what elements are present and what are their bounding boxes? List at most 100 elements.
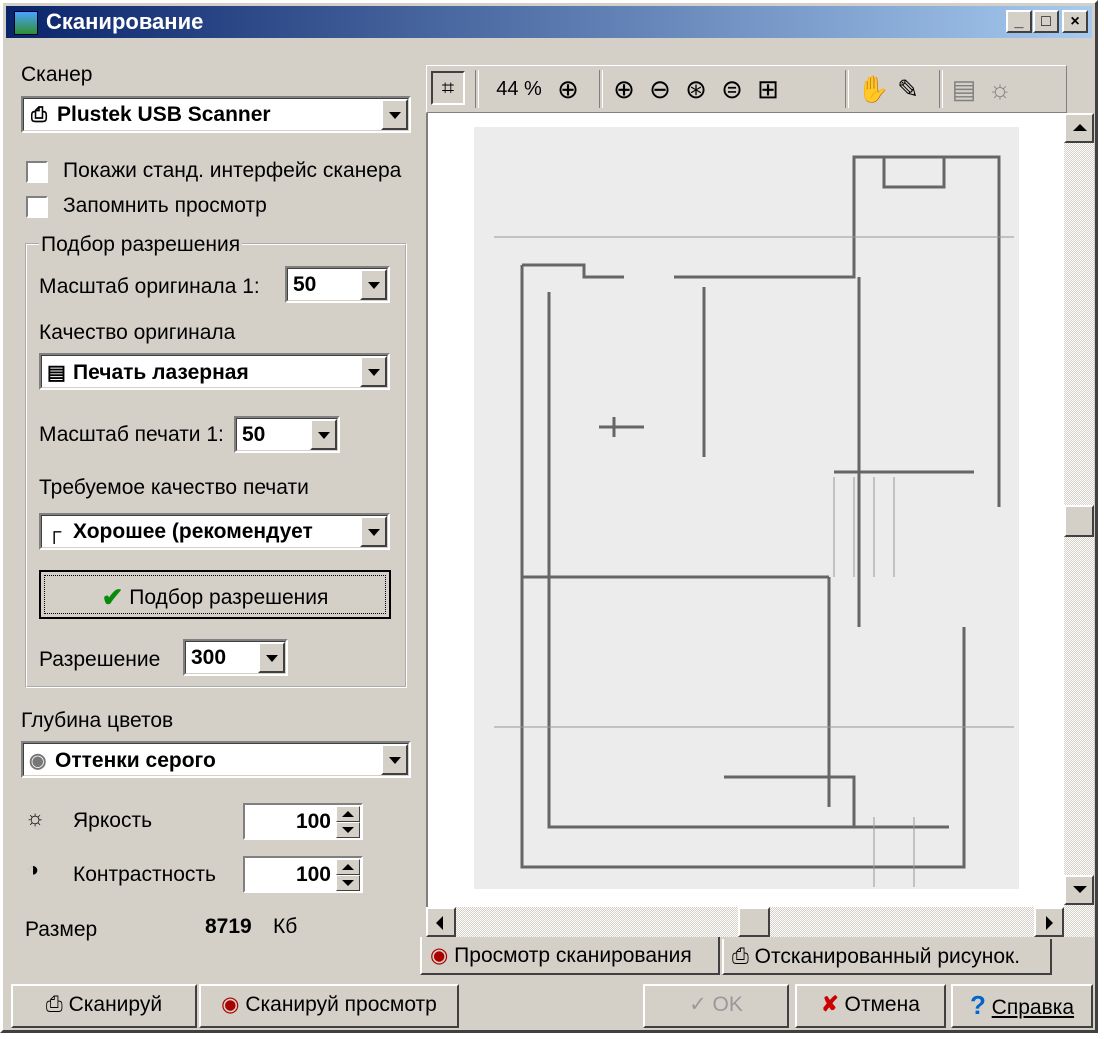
vertical-scroll-thumb[interactable] xyxy=(1064,505,1094,537)
ok-button-label: OK xyxy=(712,993,743,1016)
close-button[interactable]: × xyxy=(1062,10,1088,33)
scan-dialog: Сканирование _ □ × Сканер ⎙ Plustek USB S… xyxy=(0,0,1098,1033)
contrast-label: Контрастность xyxy=(73,863,216,886)
print-quality-select[interactable]: ┌ Хорошее (рекомендует xyxy=(39,513,390,550)
contrast-icon: ◑ xyxy=(27,859,40,881)
zoom-out-icon[interactable]: ⊖ xyxy=(645,74,675,104)
zoom-level: 44 % xyxy=(496,78,542,100)
show-std-ui-checkbox[interactable] xyxy=(26,161,48,183)
help-button[interactable]: ? Справка xyxy=(951,984,1093,1028)
cross-icon: ✘ xyxy=(821,993,839,1016)
eye-icon: ◉ xyxy=(430,944,449,967)
scanner-icon: ⎙ xyxy=(45,993,63,1016)
zoom-actual-icon[interactable]: ⊞ xyxy=(753,74,783,104)
floor-plan-drawing xyxy=(494,155,1014,887)
resolution-select[interactable]: 300 xyxy=(183,639,288,676)
zoom-menu-icon[interactable]: ⊕ xyxy=(553,74,583,104)
resolution-group xyxy=(25,243,407,688)
contrast-spinner[interactable]: 100 xyxy=(243,856,363,893)
brush-icon[interactable]: ✎ xyxy=(893,74,923,104)
orig-scale-value: 50 xyxy=(293,273,317,296)
color-depth-select[interactable]: ◉ Оттенки серого xyxy=(21,741,411,778)
scan-preview-button[interactable]: ◉ Сканируй просмотр xyxy=(199,984,459,1028)
horizontal-scrollbar[interactable] xyxy=(426,907,1064,937)
corner-icon: ┌ xyxy=(47,521,62,543)
color-depth-label: Глубина цветов xyxy=(21,709,174,732)
orig-quality-select[interactable]: ▤ Печать лазерная xyxy=(39,353,390,390)
tab-preview[interactable]: ◉ Просмотр сканирования xyxy=(420,937,720,975)
remember-preview-checkbox[interactable] xyxy=(26,196,48,218)
size-value: 8719 xyxy=(205,915,252,938)
print-quality-label: Требуемое качество печати xyxy=(39,476,309,499)
window-title: Сканирование xyxy=(46,9,204,34)
pan-hand-icon[interactable]: ✋ xyxy=(857,74,889,104)
orig-quality-label: Качество оригинала xyxy=(39,321,236,344)
help-icon: ? xyxy=(969,990,986,1020)
check-icon: ✔ xyxy=(101,582,124,612)
scanner-icon: ⎙ xyxy=(732,945,749,968)
scanner-label: Сканер xyxy=(21,63,93,86)
scanned-floor-plan xyxy=(474,127,1019,889)
tab-scanned-label: Отсканированный рисунок. xyxy=(754,945,1021,968)
preview-viewport[interactable] xyxy=(426,113,1064,937)
brightness-label: Яркость xyxy=(73,809,153,832)
tab-scanned-image[interactable]: ⎙ Отсканированный рисунок. xyxy=(722,939,1052,975)
brightness-value: 100 xyxy=(295,810,331,833)
brightness-icon: ☼ xyxy=(25,805,46,830)
remember-preview-label: Запомнить просмотр xyxy=(63,194,267,217)
title-bar: Сканирование _ □ × xyxy=(6,6,1092,38)
scan-button[interactable]: ⎙ Сканируй xyxy=(11,984,197,1028)
scroll-up-icon[interactable] xyxy=(1064,113,1094,143)
printer-icon: ▤ xyxy=(47,362,66,384)
zoom-page-icon[interactable]: ⊜ xyxy=(717,74,747,104)
arrow-up-icon[interactable] xyxy=(336,806,360,822)
chevron-down-icon[interactable] xyxy=(360,356,387,387)
orig-scale-label: Масштаб оригинала 1: xyxy=(39,275,260,298)
orig-scale-select[interactable]: 50 xyxy=(285,266,390,303)
print-quality-value: Хорошее (рекомендует xyxy=(73,520,313,543)
color-depth-value: Оттенки серого xyxy=(55,749,216,772)
scanner-value: Plustek USB Scanner xyxy=(57,103,271,126)
chevron-down-icon[interactable] xyxy=(258,642,285,673)
cancel-button-label: Отмена xyxy=(844,993,920,1016)
fit-resolution-button[interactable]: ✔ Подбор разрешения xyxy=(39,570,391,619)
cancel-button[interactable]: ✘ Отмена xyxy=(795,984,946,1028)
horizontal-scroll-thumb[interactable] xyxy=(738,907,770,937)
zoom-in-icon[interactable]: ⊕ xyxy=(609,74,639,104)
brightness-spinner[interactable]: 100 xyxy=(243,803,363,840)
zoom-fit-icon[interactable]: ⊛ xyxy=(681,74,711,104)
print-scale-label: Масштаб печати 1: xyxy=(39,423,224,446)
arrow-down-icon[interactable] xyxy=(336,875,360,891)
maximize-button[interactable]: □ xyxy=(1033,10,1059,33)
scroll-right-icon[interactable] xyxy=(1034,907,1064,937)
crop-icon[interactable]: ⌗ xyxy=(431,71,465,105)
chevron-down-icon[interactable] xyxy=(310,419,337,450)
arrow-down-icon[interactable] xyxy=(336,822,360,838)
resolution-value: 300 xyxy=(191,646,227,669)
eye-icon: ◉ xyxy=(221,993,240,1016)
minimize-button[interactable]: _ xyxy=(1006,10,1032,33)
arrow-up-icon[interactable] xyxy=(336,859,360,875)
scan-preview-button-label: Сканируй просмотр xyxy=(245,993,437,1016)
print-scale-select[interactable]: 50 xyxy=(234,416,340,453)
fit-resolution-label: Подбор разрешения xyxy=(129,586,329,609)
chevron-down-icon[interactable] xyxy=(360,516,387,547)
chevron-down-icon[interactable] xyxy=(381,744,408,775)
app-icon xyxy=(14,11,38,35)
scanner-select[interactable]: ⎙ Plustek USB Scanner xyxy=(21,96,411,133)
size-unit: Кб xyxy=(273,915,298,938)
scroll-left-icon[interactable] xyxy=(426,907,456,937)
scroll-down-icon[interactable] xyxy=(1064,875,1094,905)
resolution-label: Разрешение xyxy=(39,648,161,671)
scan-button-label: Сканируй xyxy=(68,993,163,1016)
ok-button[interactable]: ✓ OK xyxy=(643,984,789,1028)
chevron-down-icon[interactable] xyxy=(381,99,408,130)
chevron-down-icon[interactable] xyxy=(360,269,387,300)
resolution-group-title: Подбор разрешения xyxy=(39,233,243,257)
check-icon: ✓ xyxy=(689,993,707,1016)
help-button-label: Справка xyxy=(991,996,1075,1019)
vertical-scrollbar[interactable] xyxy=(1064,113,1094,937)
size-label: Размер xyxy=(25,918,98,941)
show-std-ui-label: Покажи станд. интерфейс сканера xyxy=(63,159,402,182)
orig-quality-value: Печать лазерная xyxy=(73,361,249,384)
